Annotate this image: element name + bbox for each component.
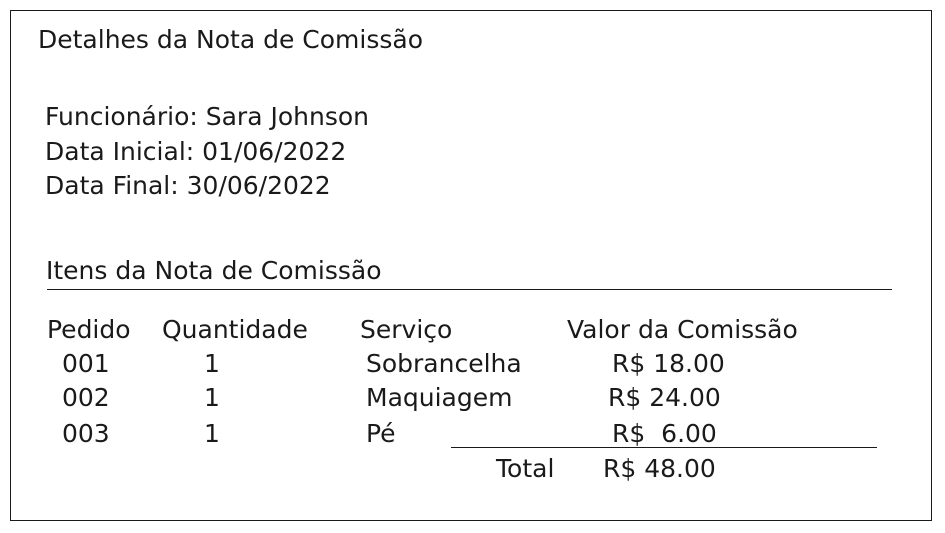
- row-2-service: Maquiagem: [366, 383, 513, 412]
- row-2-order: 002: [62, 383, 110, 412]
- page-title: Detalhes da Nota de Comissão: [38, 25, 424, 54]
- row-2-quantity: 1: [204, 383, 220, 412]
- start-date-label: Data Inicial: 01/06/2022: [45, 137, 347, 166]
- employee-label: Funcionário: Sara Johnson: [45, 102, 369, 131]
- row-1-quantity: 1: [204, 349, 220, 378]
- row-3-value: R$ 6.00: [612, 419, 717, 448]
- row-2-value: R$ 24.00: [608, 383, 721, 412]
- row-3-service: Pé: [366, 419, 396, 448]
- row-3-order: 003: [62, 419, 110, 448]
- section-divider: [47, 289, 892, 290]
- end-date-label: Data Final: 30/06/2022: [45, 171, 331, 200]
- row-1-order: 001: [62, 349, 110, 378]
- header-order: Pedido: [47, 315, 131, 344]
- total-value: R$ 48.00: [603, 454, 716, 483]
- section-title: Itens da Nota de Comissão: [46, 256, 382, 285]
- row-1-service: Sobrancelha: [366, 349, 522, 378]
- row-1-value: R$ 18.00: [612, 349, 725, 378]
- row-3-quantity: 1: [204, 419, 220, 448]
- total-label: Total: [496, 454, 555, 483]
- header-quantity: Quantidade: [162, 315, 308, 344]
- header-commission-value: Valor da Comissão: [567, 315, 798, 344]
- header-service: Serviço: [360, 315, 453, 344]
- total-divider: [451, 447, 877, 448]
